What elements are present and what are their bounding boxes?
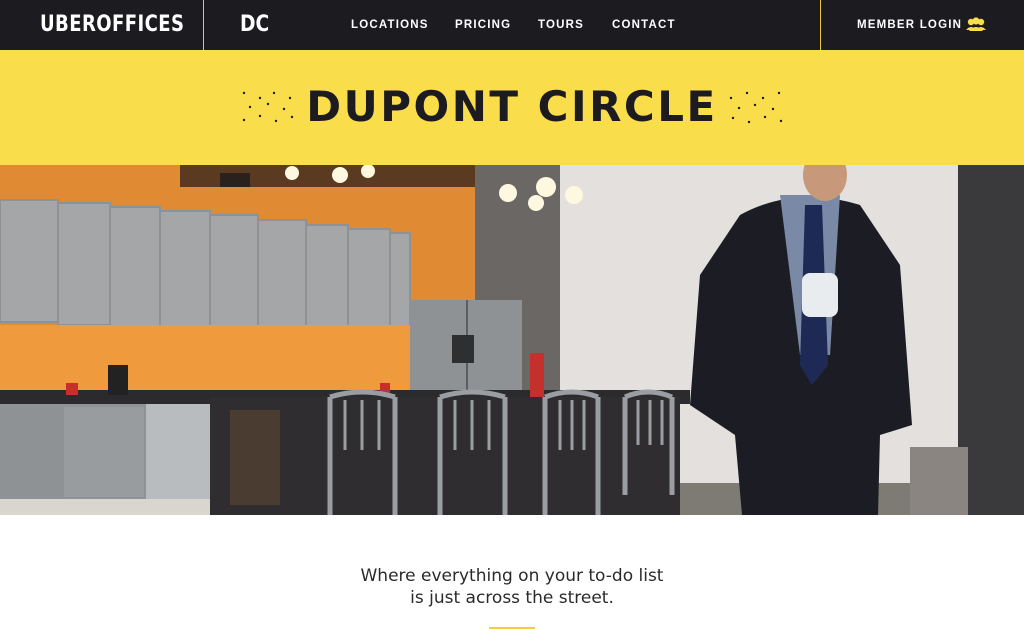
decorative-dots-icon xyxy=(729,91,783,124)
nav-item-pricing[interactable]: PRICING xyxy=(455,0,511,50)
nav-item-contact[interactable]: CONTACT xyxy=(612,0,676,50)
nav-item-tours[interactable]: TOURS xyxy=(538,0,584,50)
members-icon[interactable] xyxy=(965,16,987,32)
tagline: Where everything on your to-do list is j… xyxy=(0,565,1024,609)
nav-divider xyxy=(820,0,821,50)
top-nav: UBEROFFICES DC LOCATIONS PRICING TOURS C… xyxy=(0,0,1024,50)
nav-item-locations[interactable]: LOCATIONS xyxy=(351,0,429,50)
tagline-line-2: is just across the street. xyxy=(410,588,614,608)
city-label[interactable]: DC xyxy=(240,0,269,50)
nav-divider xyxy=(203,0,204,50)
tagline-line-1: Where everything on your to-do list xyxy=(360,566,664,586)
office-kitchen-photo xyxy=(0,165,1024,515)
member-login-link[interactable]: MEMBER LOGIN xyxy=(857,0,962,50)
hero-photo xyxy=(0,165,1024,515)
page-title: DUPONT CIRCLE xyxy=(306,82,718,131)
brand-logo[interactable]: UBEROFFICES xyxy=(40,0,184,50)
location-banner: DUPONT CIRCLE xyxy=(0,50,1024,165)
